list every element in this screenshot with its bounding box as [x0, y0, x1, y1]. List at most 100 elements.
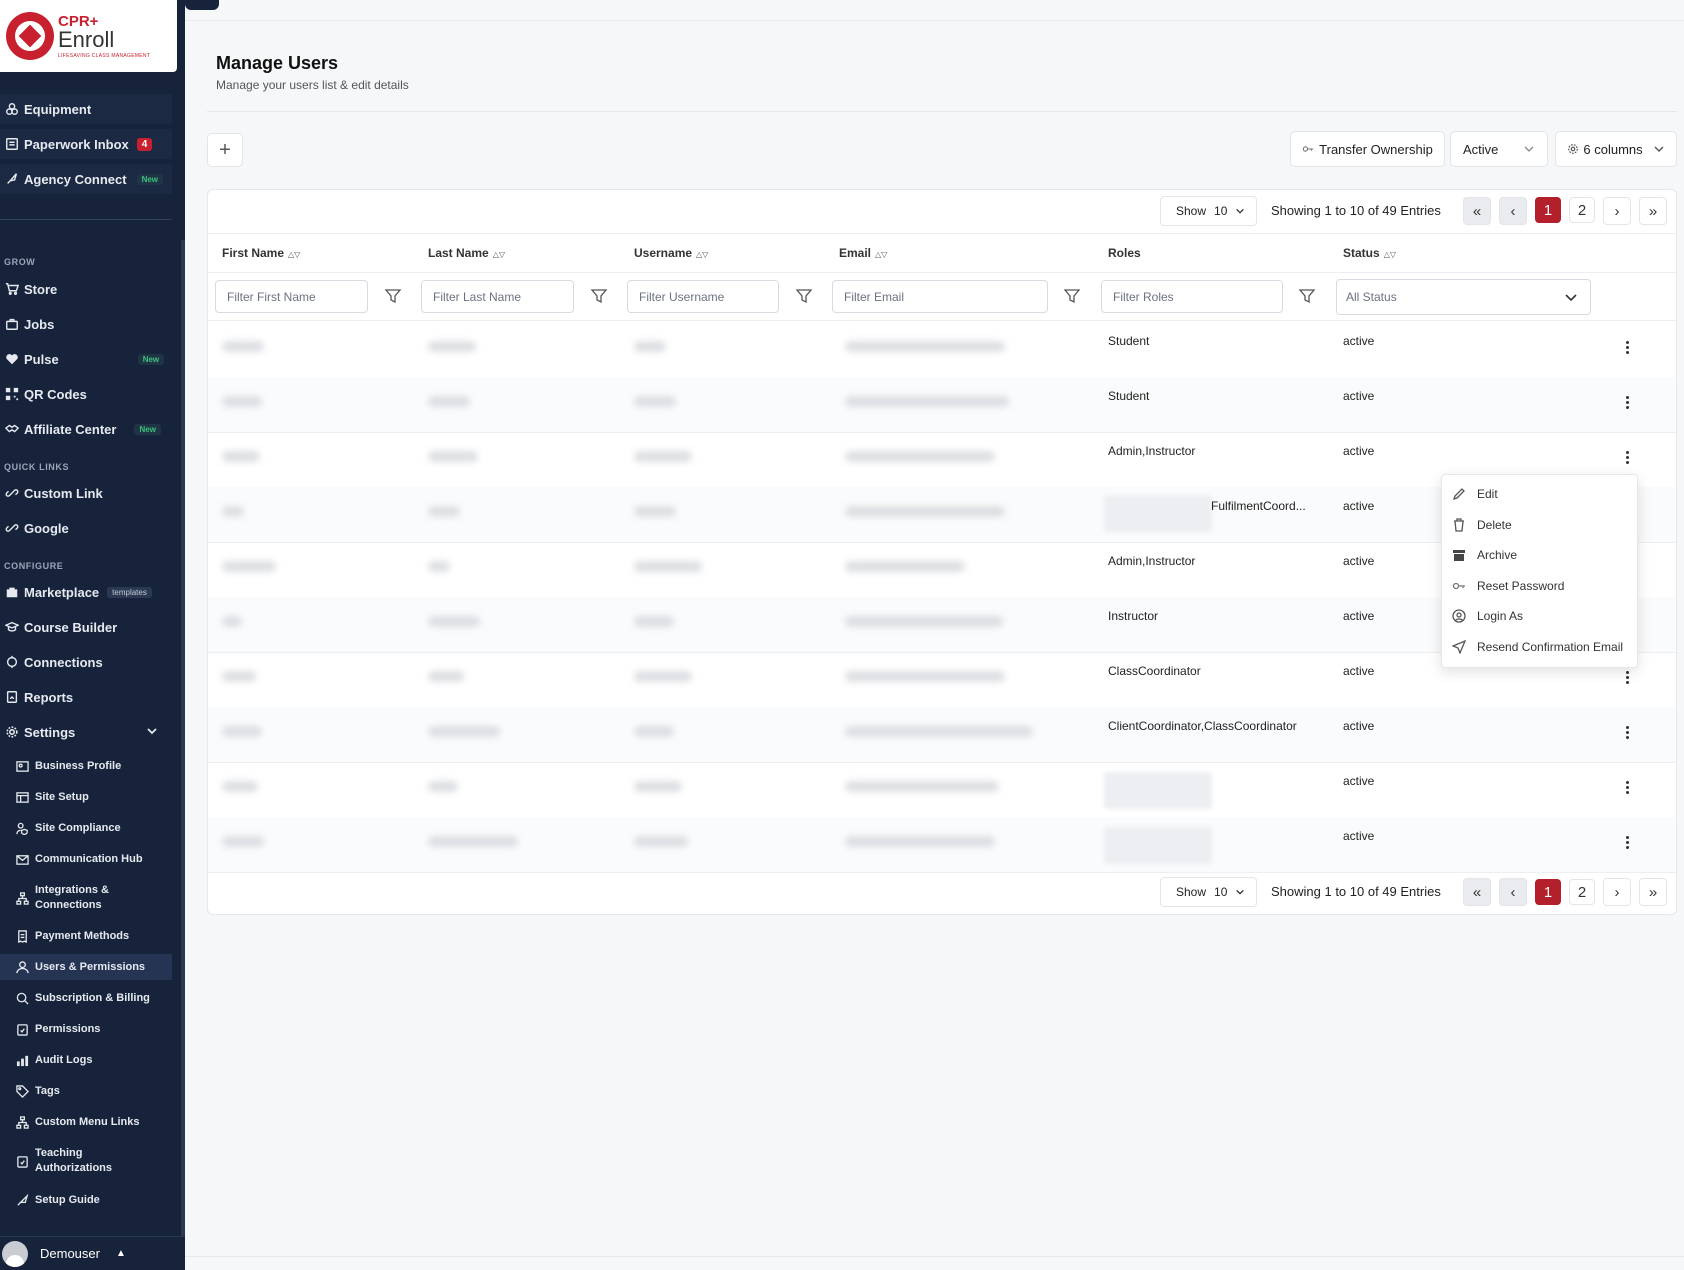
last-page-button-top[interactable]: »: [1639, 197, 1667, 225]
sidebar-subitem-integrations[interactable]: Integrations & Connections: [16, 882, 172, 914]
sidebar-subitem-teaching-authorizations[interactable]: Teaching Authorizations: [16, 1145, 172, 1177]
transfer-ownership-button[interactable]: Transfer Ownership: [1290, 131, 1445, 167]
redacted-cell: [845, 561, 965, 572]
menu-item-reset-password[interactable]: Reset Password: [1452, 575, 1564, 597]
menu-item-archive[interactable]: Archive: [1452, 544, 1517, 566]
prev-page-button-top[interactable]: ‹: [1499, 197, 1527, 225]
sidebar-item-connections[interactable]: Connections: [0, 647, 172, 677]
last-name-filter-input[interactable]: Filter Last Name: [421, 280, 574, 313]
filter-icon[interactable]: [795, 287, 813, 305]
menu-item-edit[interactable]: Edit: [1452, 483, 1498, 505]
menu-item-delete[interactable]: Delete: [1452, 514, 1512, 536]
page-1-button-bottom[interactable]: 1: [1535, 879, 1561, 905]
chevron-down-icon: [1523, 143, 1535, 155]
sidebar-subitem-audit-logs[interactable]: Audit Logs: [16, 1052, 172, 1068]
column-header-last-name[interactable]: Last Name △▽: [428, 246, 505, 260]
filter-icon[interactable]: [384, 287, 402, 305]
first-name-filter-input[interactable]: Filter First Name: [215, 280, 368, 313]
sidebar-subitem-label: Site Setup: [35, 791, 89, 803]
sidebar-item-pulse[interactable]: Pulse New: [0, 344, 172, 374]
page-2-button-top[interactable]: 2: [1569, 197, 1595, 223]
sidebar-item-settings[interactable]: Settings: [0, 717, 172, 747]
sidebar-subitem-permissions[interactable]: Permissions: [16, 1021, 172, 1037]
sidebar-item-label: Jobs: [24, 316, 55, 332]
sidebar-item-custom-link[interactable]: Custom Link: [0, 478, 172, 508]
row-actions-kebab-icon[interactable]: [1618, 829, 1636, 855]
sidebar-item-course-builder[interactable]: Course Builder: [0, 612, 172, 642]
trash-icon: [1454, 518, 1464, 532]
status-filter-value: All Status: [1346, 290, 1397, 304]
status-column-filter-select[interactable]: All Status: [1336, 279, 1591, 315]
sidebar-item-label: Affiliate Center: [24, 421, 117, 437]
sidebar-item-marketplace[interactable]: Marketplace templates: [0, 577, 172, 607]
columns-toggle-button[interactable]: 6 columns: [1555, 131, 1677, 167]
next-page-button-top[interactable]: ›: [1603, 197, 1631, 225]
sidebar-subitem-label: Tags: [35, 1085, 60, 1097]
sidebar-item-affiliate-center[interactable]: Affiliate Center New: [0, 414, 172, 444]
shop-icon: [5, 585, 19, 599]
redacted-role-box: [1104, 827, 1212, 864]
sidebar-subitem-site-setup[interactable]: Site Setup: [16, 789, 172, 805]
sidebar-item-reports[interactable]: Reports: [0, 682, 172, 712]
sidebar-scrollbar[interactable]: [181, 240, 185, 1240]
next-page-button-bottom[interactable]: ›: [1603, 878, 1631, 906]
column-header-email[interactable]: Email △▽: [839, 246, 887, 260]
first-page-button-bottom[interactable]: «: [1463, 878, 1491, 906]
cart-icon: [5, 282, 19, 296]
sidebar-item-paperwork-inbox[interactable]: Paperwork Inbox 4: [0, 129, 172, 159]
sidebar-subitem-payment-methods[interactable]: Payment Methods: [16, 928, 172, 944]
first-page-button-top[interactable]: «: [1463, 197, 1491, 225]
menu-item-login-as[interactable]: Login As: [1452, 605, 1523, 627]
page-size-select-top[interactable]: Show 10: [1160, 196, 1257, 226]
sidebar-subitem-business-profile[interactable]: Business Profile: [16, 758, 172, 774]
page-1-button-top[interactable]: 1: [1535, 197, 1561, 223]
sidebar-subitem-setup-guide[interactable]: Setup Guide: [16, 1192, 172, 1208]
sidebar-subitem-communication-hub[interactable]: Communication Hub: [16, 851, 172, 867]
column-header-username[interactable]: Username △▽: [634, 246, 708, 260]
sidebar-item-store[interactable]: Store: [0, 274, 172, 304]
row-actions-kebab-icon[interactable]: [1618, 389, 1636, 415]
page-size-select-bottom[interactable]: Show 10: [1160, 877, 1257, 907]
sidebar-collapse-toggle[interactable]: [185, 0, 219, 10]
sidebar-item-label: QR Codes: [24, 386, 87, 402]
user-menu[interactable]: Demouser ▲: [0, 1236, 185, 1270]
sidebar-subitem-subscription-billing[interactable]: Subscription & Billing: [16, 990, 172, 1006]
menu-item-resend-confirmation[interactable]: Resend Confirmation Email: [1452, 636, 1623, 658]
sidebar-subitem-users-permissions[interactable]: Users & Permissions: [0, 954, 172, 980]
row-actions-kebab-icon[interactable]: [1618, 774, 1636, 800]
sitemap-icon: [16, 891, 29, 905]
redacted-role-box: [1104, 772, 1212, 809]
add-user-button[interactable]: +: [207, 133, 243, 167]
sidebar-item-google[interactable]: Google: [0, 513, 172, 543]
sidebar-item-jobs[interactable]: Jobs: [0, 309, 172, 339]
roles-filter-input[interactable]: Filter Roles: [1101, 280, 1283, 313]
page-2-button-bottom[interactable]: 2: [1569, 879, 1595, 905]
sidebar-item-qr-codes[interactable]: QR Codes: [0, 379, 172, 409]
sidebar-subitem-tags[interactable]: Tags: [16, 1083, 172, 1099]
row-actions-kebab-icon[interactable]: [1618, 334, 1636, 360]
chevron-down-icon: [1564, 290, 1578, 304]
row-actions-kebab-icon[interactable]: [1618, 719, 1636, 745]
prev-page-button-bottom[interactable]: ‹: [1499, 878, 1527, 906]
filter-icon[interactable]: [590, 287, 608, 305]
filter-icon[interactable]: [1298, 287, 1316, 305]
redacted-cell: [222, 726, 262, 737]
top-divider: [185, 20, 1684, 21]
status-filter-select[interactable]: Active: [1450, 131, 1548, 167]
sidebar-subitem-site-compliance[interactable]: Site Compliance: [16, 820, 172, 836]
sidebar-item-equipment[interactable]: Equipment: [0, 94, 172, 124]
sidebar-item-agency-connect[interactable]: Agency Connect New: [0, 164, 172, 194]
email-filter-input[interactable]: Filter Email: [832, 280, 1048, 313]
column-header-first-name[interactable]: First Name △▽: [222, 246, 300, 260]
filter-icon[interactable]: [1063, 287, 1081, 305]
redacted-cell: [428, 396, 470, 407]
last-page-button-bottom[interactable]: »: [1639, 878, 1667, 906]
column-header-status[interactable]: Status △▽: [1343, 246, 1396, 260]
redacted-cell: [845, 726, 1033, 737]
username-filter-input[interactable]: Filter Username: [627, 280, 779, 313]
row-actions-kebab-icon[interactable]: [1618, 444, 1636, 470]
brand-logo[interactable]: CPR+ Enroll LIFESAVING CLASS MANAGEMENT: [0, 0, 177, 72]
redacted-role-box: [1104, 495, 1212, 532]
sidebar-subitem-custom-menu-links[interactable]: Custom Menu Links: [16, 1114, 172, 1130]
user-shield-icon: [16, 822, 29, 835]
